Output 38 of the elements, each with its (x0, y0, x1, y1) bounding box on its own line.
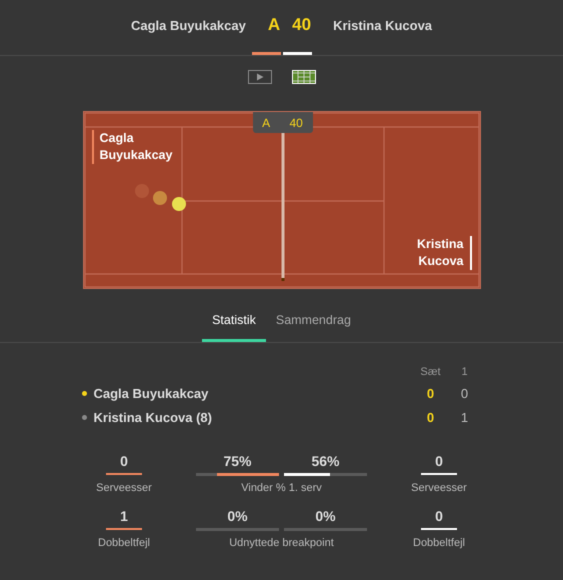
game-score: 40 (289, 116, 303, 130)
set-score: 0 (460, 386, 470, 400)
stat-label: Udnyttede breakpoint (229, 537, 334, 549)
stat-value: 75% (223, 453, 252, 471)
stat-label: Dobbeltfejl (413, 537, 465, 549)
stat-label: Vinder % 1. serv (241, 482, 322, 494)
player-name: Kristina Kucova (333, 18, 432, 32)
stat-value: 0% (227, 508, 248, 526)
column-header: Sæt (419, 366, 442, 378)
stat-label: Serveesser (411, 482, 467, 494)
column-header: 1 (460, 366, 469, 378)
game-score: 40 (292, 15, 312, 35)
player-name: Cagla Buyukakcay (130, 18, 246, 32)
player-underline (421, 473, 457, 475)
sets-score: 0 (426, 386, 436, 400)
stat-label: Dobbeltfejl (98, 537, 150, 549)
stat-value: 0 (435, 508, 443, 526)
stat-value: 56% (311, 453, 340, 471)
stat-label: Serveesser (96, 482, 152, 494)
player-name: Cagla Buyukakcay (94, 386, 210, 400)
court-icon[interactable] (292, 70, 316, 84)
game-score: A (268, 15, 280, 35)
court-player-label: Kristina Kucova (416, 236, 472, 270)
stat-value: 0 (120, 453, 128, 471)
game-score: A (262, 116, 270, 130)
sets-score: 0 (426, 410, 436, 424)
video-icon[interactable] (248, 70, 272, 84)
set-score: 1 (460, 410, 470, 424)
player-name: Kristina Kucova (8) (94, 410, 213, 424)
player-underline (106, 528, 142, 530)
stat-value: 1 (120, 508, 128, 526)
stat-value: 0% (315, 508, 336, 526)
player-underline (106, 473, 142, 475)
tab[interactable]: Statistik (202, 310, 266, 342)
court-player-label: Cagla Buyukakcay (92, 130, 172, 164)
stat-value: 0 (435, 453, 443, 471)
player-underline (421, 528, 457, 530)
tab[interactable]: Sammendrag (266, 310, 361, 342)
